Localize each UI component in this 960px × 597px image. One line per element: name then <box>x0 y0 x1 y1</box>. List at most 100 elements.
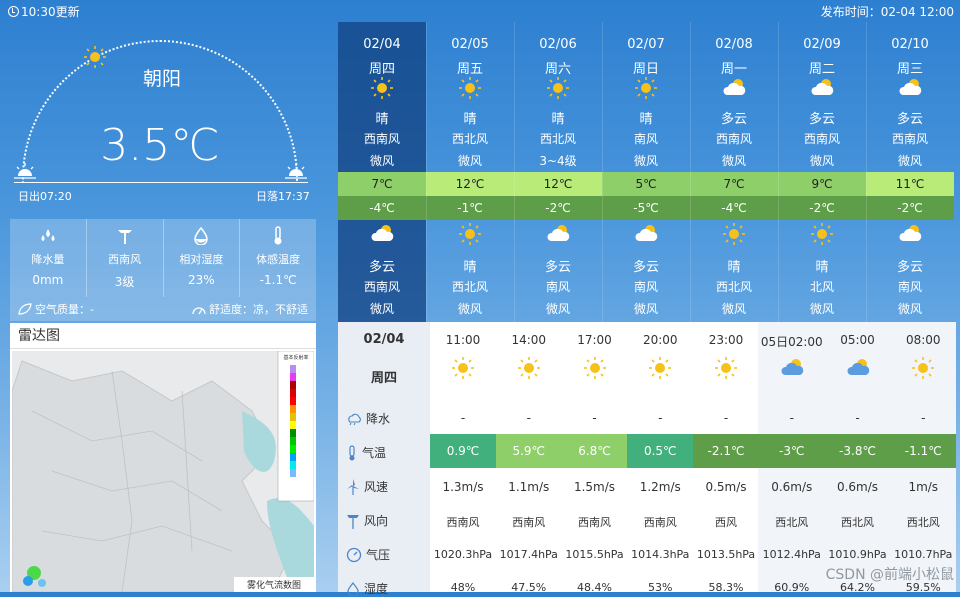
sun-icon <box>714 356 738 380</box>
hour-temperature: 0.9℃ <box>430 434 496 468</box>
humidity-icon <box>347 581 359 596</box>
hour-temperature: -2.1℃ <box>693 434 759 468</box>
hour-wind-speed: 1.1m/s <box>508 480 550 494</box>
day-column[interactable]: 02/04 周四 晴 西南风 微风 7℃ -4℃ 多云 西南风 微风 <box>338 22 426 322</box>
low-temp: -2℃ <box>866 196 954 220</box>
column-divider <box>690 22 691 322</box>
hour-pressure: 1010.9hPa <box>828 548 887 561</box>
stat-value: 23% <box>188 273 215 287</box>
stat-wind: 西南风 3级 <box>86 219 164 297</box>
wind-speed-row-label: 风速 <box>346 478 388 495</box>
radar-title: 雷达图 <box>10 323 316 349</box>
day-column[interactable]: 02/08 周一 多云 西南风 微风 7℃ -4℃ 晴 西北风 微风 <box>690 22 778 322</box>
sun-icon <box>722 222 746 246</box>
hour-time: 17:00 <box>577 333 612 347</box>
night-wind-scale: 微风 <box>633 302 658 316</box>
wind-vane-icon <box>347 514 359 529</box>
hour-humidity: 53% <box>648 581 673 594</box>
rain-drops-icon <box>41 229 55 241</box>
hour-precipitation: - <box>723 411 729 425</box>
low-temp: -1℃ <box>426 196 514 220</box>
hour-temperature: -3℃ <box>758 434 825 468</box>
city-name: 朝阳 <box>142 68 181 90</box>
hour-wind-direction: 西南风 <box>578 516 611 529</box>
hour-time: 14:00 <box>511 333 547 347</box>
day-column[interactable]: 02/09 周二 多云 西南风 微风 9℃ -2℃ 晴 北风 微风 <box>778 22 866 322</box>
hour-wind-speed: 1.2m/s <box>639 480 681 494</box>
sunset-icon <box>285 163 307 179</box>
hourly-forecast: 02/04 周四 降水 气温 风速 风向 气压 湿度 11:00 - 0.9℃ 1.3… <box>338 322 957 596</box>
hour-wind-direction: 西南风 <box>512 516 546 529</box>
temp-row-label: 气温 <box>346 444 386 461</box>
day-column[interactable]: 02/10 周三 多云 西南风 微风 11℃ -2℃ 多云 南风 微风 <box>866 22 954 322</box>
day-condition: 多云 <box>896 112 923 127</box>
hour-wind-speed: 0.6m/s <box>836 480 879 494</box>
hour-precipitation: - <box>855 411 860 425</box>
update-time: 10:30更新 <box>21 4 80 19</box>
day-wind-scale: 微风 <box>457 154 482 168</box>
rain-row-label: 降水 <box>346 410 390 427</box>
night-condition: 多云 <box>368 260 395 275</box>
hour-precipitation: - <box>658 411 663 425</box>
day-wind-direction: 西北风 <box>451 132 488 146</box>
night-condition: 晴 <box>815 260 829 275</box>
day-wind-scale: 3~4级 <box>539 154 577 168</box>
high-temp: 7℃ <box>338 172 426 196</box>
day-condition: 晴 <box>375 112 389 127</box>
night-condition: 晴 <box>727 260 741 275</box>
current-temperature: 3.5℃ <box>100 120 220 171</box>
day-date: 02/07 <box>627 37 665 52</box>
hour-precipitation: - <box>921 411 926 425</box>
stat-feels-like: 体感温度 -1.1℃ <box>240 219 316 297</box>
column-divider <box>514 22 515 322</box>
night-wind-direction: 南风 <box>633 280 658 294</box>
night-wind-scale: 微风 <box>809 302 834 316</box>
partly-cloudy-icon <box>810 76 836 98</box>
night-wind-direction: 南风 <box>897 280 922 294</box>
night-wind-scale: 微风 <box>721 302 746 316</box>
comfort-level: 舒适度：凉，不舒适 <box>209 303 308 316</box>
day-column[interactable]: 02/07 周日 晴 南风 微风 5℃ -5℃ 多云 南风 微风 <box>602 22 690 322</box>
top-bar: 10:30更新 发布时间：02-04 12:00 <box>0 0 960 22</box>
humidity-label: 湿度 <box>364 582 389 596</box>
hour-time: 05:00 <box>840 333 875 347</box>
hour-humidity: 60.9% <box>774 581 810 594</box>
hour-precipitation: - <box>526 411 531 425</box>
night-wind-scale: 微风 <box>457 302 482 316</box>
hour-humidity: 58.3% <box>708 581 744 594</box>
radar-map[interactable]: 基本反射率 雾化气流数图 <box>12 351 314 592</box>
windmill-icon <box>347 478 359 495</box>
sunset-time: 日落17:37 <box>256 190 310 203</box>
partly-cloudy-icon <box>370 222 396 244</box>
air-quality-bar: 空气质量：- 舒适度：凉，不舒适 <box>10 297 316 321</box>
air-quality: 空气质量：- <box>35 303 94 316</box>
high-temp: 12℃ <box>514 172 602 196</box>
horizon-line <box>14 182 308 183</box>
stat-label: 相对湿度 <box>179 253 224 266</box>
column-divider <box>426 22 427 322</box>
hour-humidity: 48% <box>450 581 476 594</box>
day-wind-direction: 西南风 <box>363 132 400 146</box>
gauge-icon <box>346 547 362 562</box>
day-column[interactable]: 02/05 周五 晴 西北风 微风 12℃ -1℃ 晴 西北风 微风 <box>426 22 514 322</box>
high-temp: 11℃ <box>866 172 954 196</box>
low-temp: -2℃ <box>778 196 866 220</box>
partly-cloudy-icon <box>846 356 872 378</box>
night-wind-direction: 北风 <box>809 280 834 294</box>
hour-wind-direction: 西北风 <box>906 516 940 529</box>
day-date: 02/09 <box>803 37 841 52</box>
sun-icon <box>451 356 475 380</box>
rain-cloud-icon <box>348 413 361 425</box>
sun-icon <box>370 76 394 100</box>
hour-temperature: 6.8℃ <box>561 434 628 468</box>
day-weekday: 周三 <box>896 62 923 77</box>
wind-dir-row-label: 风向 <box>346 512 388 529</box>
hour-temperature: -1.1℃ <box>890 434 957 468</box>
hour-temperature: 5.9℃ <box>495 434 562 468</box>
day-column[interactable]: 02/06 周六 晴 西北风 3~4级 12℃ -2℃ 多云 南风 微风 <box>514 22 602 322</box>
hour-pressure: 1010.7hPa <box>894 548 953 561</box>
hour-precipitation: - <box>460 411 466 425</box>
day-weekday: 周日 <box>632 62 659 77</box>
leaf-icon <box>18 303 32 315</box>
day-condition: 晴 <box>463 112 477 127</box>
